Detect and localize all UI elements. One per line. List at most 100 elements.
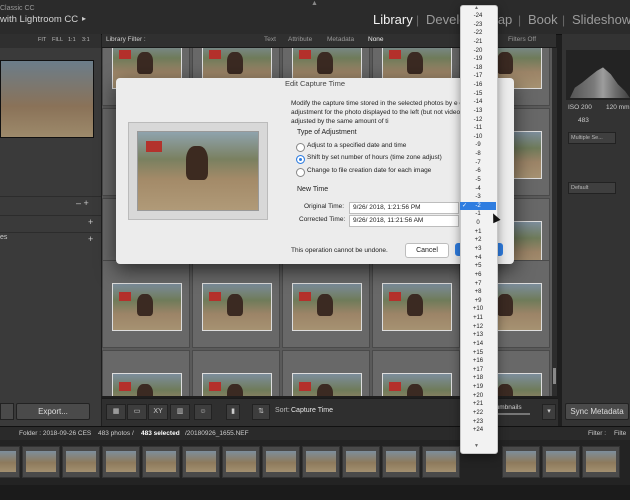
hour-offset-option[interactable]: -17 xyxy=(460,72,496,81)
filmstrip-thumb[interactable] xyxy=(62,446,100,478)
hour-offset-option[interactable]: -9 xyxy=(460,141,496,150)
metadata-preset-dropdown[interactable]: Default xyxy=(568,182,616,194)
identity-plate-arrow-icon[interactable]: ▸ xyxy=(82,14,86,23)
filmstrip-thumb[interactable] xyxy=(222,446,260,478)
grid-cell[interactable] xyxy=(102,350,190,396)
panel-add-icon[interactable]: + xyxy=(88,234,93,244)
filmstrip-thumb[interactable] xyxy=(582,446,620,478)
filmstrip-thumb[interactable] xyxy=(102,446,140,478)
hour-offset-option[interactable]: -6 xyxy=(460,167,496,176)
survey-view-icon[interactable]: ▥ xyxy=(170,404,190,420)
hour-offset-option[interactable]: +20 xyxy=(460,392,496,401)
filmstrip-thumb[interactable] xyxy=(422,446,460,478)
export-button[interactable]: Export... xyxy=(16,403,90,420)
filmstrip-thumb[interactable] xyxy=(342,446,380,478)
filmstrip-thumb[interactable] xyxy=(142,446,180,478)
panel-add-icon[interactable]: + xyxy=(88,217,93,227)
hour-offset-option[interactable]: +3 xyxy=(460,245,496,254)
cancel-button[interactable]: Cancel xyxy=(405,243,449,258)
hour-offset-option[interactable]: +11 xyxy=(460,314,496,323)
loupe-view-icon[interactable]: ▭ xyxy=(127,404,147,420)
filter-tab-metadata[interactable]: Metadata xyxy=(327,36,354,43)
hour-offset-option[interactable]: +17 xyxy=(460,366,496,375)
hour-offset-option[interactable]: +8 xyxy=(460,288,496,297)
hour-offset-option[interactable]: -7 xyxy=(460,159,496,168)
sync-metadata-button[interactable]: Sync Metadata xyxy=(565,403,629,420)
hour-offset-option[interactable]: -20 xyxy=(460,47,496,56)
people-view-icon[interactable]: ☺ xyxy=(194,404,212,420)
import-button[interactable] xyxy=(0,403,14,420)
grid-thumbnail[interactable] xyxy=(202,283,272,331)
saved-preset-dropdown[interactable]: Multiple Se... xyxy=(568,132,616,144)
navigator-preview[interactable] xyxy=(0,60,94,138)
radio-label-shift-hours[interactable]: Shift by set number of hours (time zone … xyxy=(307,154,442,161)
zoom-fill[interactable]: FILL xyxy=(52,37,63,43)
grid-scrollbar[interactable] xyxy=(552,48,557,396)
hour-offset-option[interactable]: +1 xyxy=(460,228,496,237)
menu-scroll-up-icon[interactable]: ▲ xyxy=(474,5,479,11)
filmstrip-thumb[interactable] xyxy=(382,446,420,478)
grid-cell[interactable] xyxy=(372,260,460,348)
radio-label-adjust-specified[interactable]: Adjust to a specified date and time xyxy=(307,142,406,149)
filter-tab-text[interactable]: Text xyxy=(264,36,276,43)
hour-offset-option[interactable]: -12 xyxy=(460,116,496,125)
hour-offset-option[interactable]: -18 xyxy=(460,64,496,73)
hour-offset-option[interactable]: -24 xyxy=(460,12,496,21)
hour-offset-option[interactable]: -8 xyxy=(460,150,496,159)
hour-offset-option[interactable]: +23 xyxy=(460,418,496,427)
grid-thumbnail[interactable] xyxy=(112,283,182,331)
hour-offset-option[interactable]: +22 xyxy=(460,409,496,418)
spray-can-icon[interactable]: ▮ xyxy=(226,404,240,420)
grid-thumbnail[interactable] xyxy=(112,373,182,396)
grid-thumbnail[interactable] xyxy=(382,283,452,331)
grid-cell[interactable] xyxy=(282,260,370,348)
radio-adjust-specified[interactable] xyxy=(296,143,305,152)
panel-minus-plus-controls[interactable]: – + xyxy=(76,198,89,208)
sort-direction-icon[interactable]: ⇅ xyxy=(252,404,270,420)
hour-offset-option[interactable]: +2 xyxy=(460,236,496,245)
hour-offset-option[interactable]: -10 xyxy=(460,133,496,142)
compare-view-icon[interactable]: XY xyxy=(148,404,168,420)
filmstrip-thumb[interactable] xyxy=(0,446,20,478)
filmstrip-thumb[interactable] xyxy=(22,446,60,478)
corrected-time-field[interactable]: 9/26/ 2018, 11:21:56 AM xyxy=(349,215,459,227)
hour-offset-option[interactable]: +19 xyxy=(460,383,496,392)
module-library[interactable]: Library xyxy=(373,12,413,27)
hour-offset-option[interactable]: -22 xyxy=(460,29,496,38)
hour-offset-option[interactable]: -16 xyxy=(460,81,496,90)
grid-scrollbar-thumb[interactable] xyxy=(553,368,556,384)
hour-offset-option[interactable]: -15 xyxy=(460,90,496,99)
hour-offset-option[interactable]: +14 xyxy=(460,340,496,349)
folder-breadcrumb[interactable]: Folder : 2018-09-26 CES xyxy=(19,430,91,437)
hour-offset-option[interactable]: -11 xyxy=(460,124,496,133)
grid-cell[interactable] xyxy=(372,350,460,396)
hour-offset-option[interactable]: +7 xyxy=(460,280,496,289)
hour-offset-option[interactable]: +4 xyxy=(460,254,496,263)
radio-file-creation[interactable] xyxy=(296,168,305,177)
zoom-3-1[interactable]: 3:1 xyxy=(82,37,90,43)
grid-thumbnail[interactable] xyxy=(202,373,272,396)
hour-offset-option[interactable]: +21 xyxy=(460,400,496,409)
grid-cell[interactable] xyxy=(102,260,190,348)
filters-off-toggle[interactable]: Filters Off xyxy=(508,36,536,43)
hour-offset-option[interactable]: -13 xyxy=(460,107,496,116)
grid-cell[interactable] xyxy=(192,260,280,348)
hour-offset-option[interactable]: +18 xyxy=(460,374,496,383)
hour-offset-option[interactable]: -21 xyxy=(460,38,496,47)
grid-cell[interactable] xyxy=(282,350,370,396)
filmstrip-thumb[interactable] xyxy=(302,446,340,478)
hour-offset-option[interactable]: -4 xyxy=(460,185,496,194)
hour-offset-option[interactable]: +10 xyxy=(460,305,496,314)
top-panel-toggle-icon[interactable]: ▲ xyxy=(311,0,318,7)
module-slideshow[interactable]: Slideshow xyxy=(572,12,630,27)
hour-offset-option[interactable]: +15 xyxy=(460,349,496,358)
hour-offset-option[interactable]: 0 xyxy=(460,219,496,228)
filmstrip-thumb[interactable] xyxy=(542,446,580,478)
hour-offset-option[interactable]: +16 xyxy=(460,357,496,366)
grid-view-icon[interactable]: ▦ xyxy=(106,404,126,420)
hour-offset-option[interactable]: -19 xyxy=(460,55,496,64)
filter-tab-none[interactable]: None xyxy=(368,36,384,43)
collections-label[interactable]: es xyxy=(0,234,7,241)
hour-offset-option[interactable]: +24 xyxy=(460,426,496,435)
grid-thumbnail[interactable] xyxy=(292,283,362,331)
